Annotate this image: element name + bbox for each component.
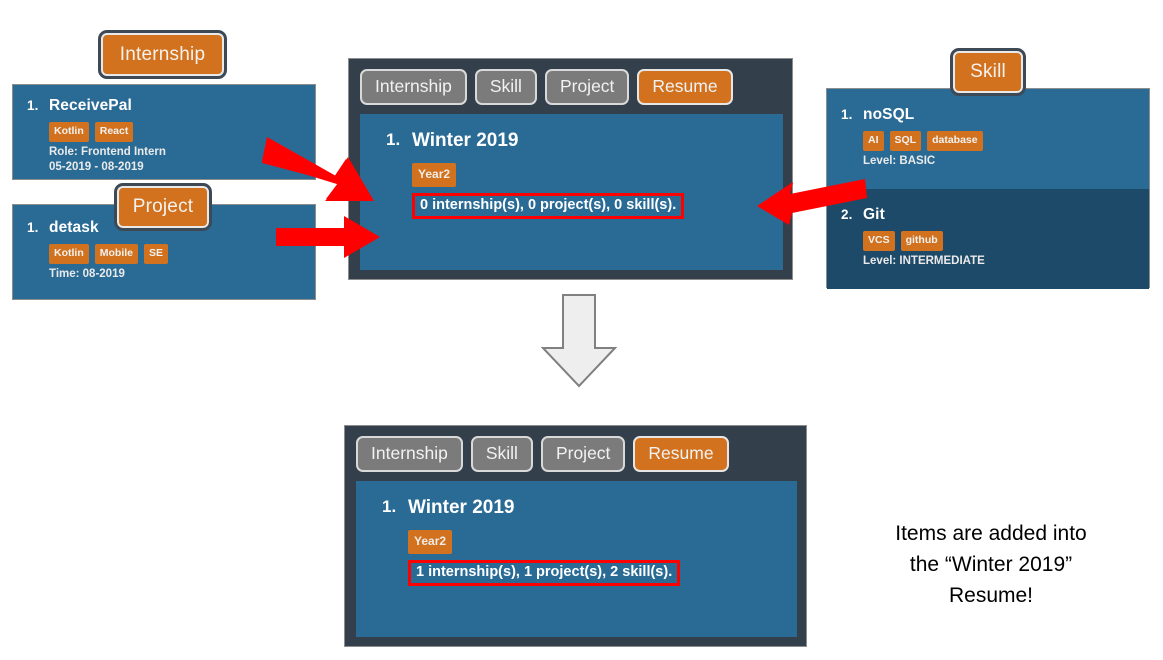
tag: Mobile (94, 244, 138, 264)
tabbar: Internship Skill Project Resume (349, 59, 792, 115)
skill-panel-chip-label: Skill (970, 61, 1006, 82)
list-item-number: 1. (27, 220, 39, 235)
tag: VCS (863, 231, 895, 251)
list-item-number: 1. (386, 130, 401, 150)
internship-item-head: 1. ReceivePal (27, 97, 301, 115)
caption-line-3: Resume! (948, 584, 1034, 607)
caption-line-2: the “Winter 2019” (909, 553, 1073, 576)
resume-item-head: 1. Winter 2019 (360, 130, 783, 152)
tag: AI (863, 131, 884, 151)
internship-panel-chip: Internship (98, 30, 227, 79)
list-item-title: Winter 2019 (408, 497, 515, 519)
list-item-title: detask (49, 219, 99, 236)
list-item[interactable]: 2. Git VCS github Level: INTERMEDIATE (827, 189, 1149, 289)
list-item-number: 1. (27, 98, 39, 113)
slide-canvas: 1. ReceivePal Kotlin React Role: Fronten… (0, 0, 1163, 660)
tag: Year2 (408, 530, 453, 555)
tag: React (94, 122, 134, 142)
list-item[interactable]: 1. noSQL AI SQL database Level: BASIC (827, 89, 1149, 189)
skill-item-head: 1. noSQL (841, 106, 1135, 124)
resume-item-head: 1. Winter 2019 (356, 497, 797, 519)
tag: database (927, 131, 983, 151)
tag-row: Kotlin Mobile SE (49, 244, 301, 264)
list-item[interactable]: 1. Winter 2019 Year2 1 internship(s), 1 … (356, 481, 797, 604)
resume-summary-highlight: 0 internship(s), 0 project(s), 0 skill(s… (412, 193, 685, 220)
list-item-title: noSQL (863, 106, 915, 123)
tag-row: AI SQL database (863, 131, 1135, 151)
explanatory-caption: Items are added into the “Winter 2019” R… (836, 518, 1146, 611)
tab-project[interactable]: Project (540, 436, 626, 473)
list-item-number: 1. (382, 497, 397, 517)
tag: Kotlin (49, 122, 89, 142)
project-panel-chip: Project (114, 183, 212, 231)
tab-skill[interactable]: Skill (474, 69, 537, 106)
resume-summary-highlight: 1 internship(s), 1 project(s), 2 skill(s… (408, 560, 681, 587)
skill-item-head: 2. Git (841, 206, 1135, 224)
skill-panel: 1. noSQL AI SQL database Level: BASIC 2.… (826, 88, 1150, 289)
red-arrow-right-icon (276, 216, 380, 258)
list-item[interactable]: 1. Winter 2019 Year2 0 internship(s), 0 … (360, 114, 783, 237)
tab-resume[interactable]: Resume (637, 69, 733, 106)
caption-line-1: Items are added into (895, 522, 1087, 545)
tag-row: VCS github (863, 231, 1135, 251)
tab-project[interactable]: Project (544, 69, 630, 106)
list-item-meta-level: Level: INTERMEDIATE (863, 254, 985, 267)
internship-panel-chip-label: Internship (119, 43, 206, 65)
project-panel-chip-label: Project (132, 196, 194, 217)
list-item-title: ReceivePal (49, 97, 132, 114)
tag: SQL (889, 131, 922, 151)
list-item-meta-level: Level: BASIC (863, 154, 936, 167)
tab-resume[interactable]: Resume (633, 436, 729, 473)
list-item-title: Winter 2019 (412, 130, 519, 152)
red-arrow-down-right-icon (262, 137, 374, 201)
tabbar: Internship Skill Project Resume (345, 426, 806, 482)
tab-internship[interactable]: Internship (356, 436, 463, 473)
tag: Year2 (412, 163, 457, 188)
tab-internship[interactable]: Internship (360, 69, 467, 106)
skill-panel-chip: Skill (950, 48, 1026, 96)
list-item-meta-time: Time: 08-2019 (49, 267, 125, 280)
tab-skill[interactable]: Skill (470, 436, 533, 473)
red-arrow-left-icon (757, 179, 867, 225)
list-item-number: 1. (841, 107, 853, 122)
resume-panel-before: Internship Skill Project Resume 1. Winte… (348, 58, 793, 280)
gray-block-arrow-down-icon (541, 294, 617, 388)
tag: SE (144, 244, 169, 264)
resume-list-before: 1. Winter 2019 Year2 0 internship(s), 0 … (360, 114, 783, 271)
tag: github (900, 231, 943, 251)
tag-row: Year2 (408, 530, 797, 555)
resume-list-after: 1. Winter 2019 Year2 1 internship(s), 1 … (356, 481, 797, 638)
tag: Kotlin (49, 244, 89, 264)
resume-panel-after: Internship Skill Project Resume 1. Winte… (344, 425, 807, 647)
tag-row: Year2 (412, 163, 783, 188)
